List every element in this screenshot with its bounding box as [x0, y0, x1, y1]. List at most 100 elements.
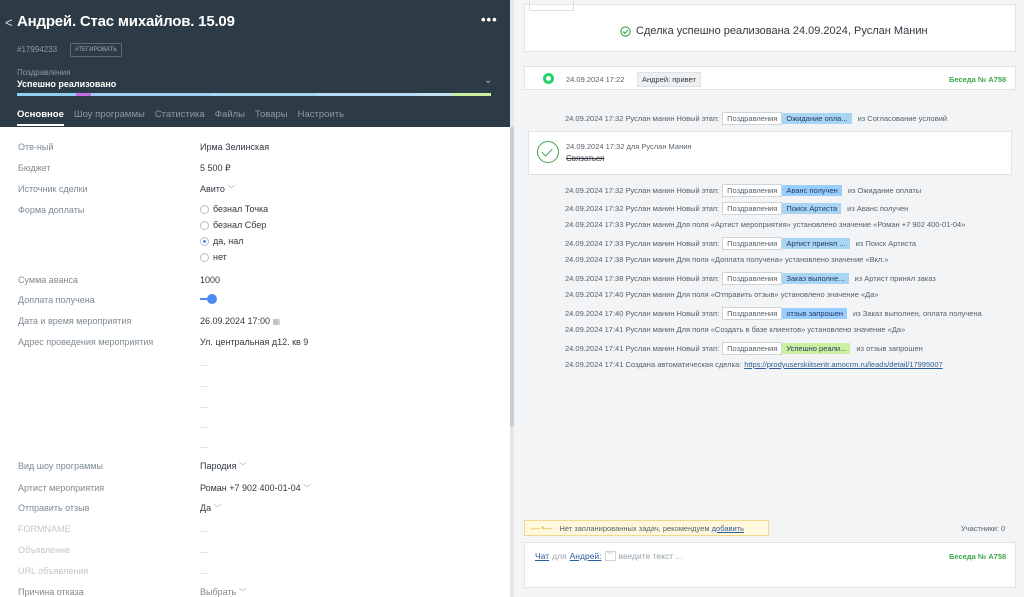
tab-main[interactable]: Основное — [17, 109, 64, 126]
send-review-select[interactable]: Да ﹀ — [200, 503, 222, 514]
radio-option-selected[interactable]: да, нал — [200, 236, 244, 246]
radio-label: безнал Сбер — [213, 220, 267, 230]
event-date-value: 26.09.2024 17:00 — [200, 316, 271, 326]
radio-checked-icon — [200, 236, 209, 246]
success-banner: Сделка успешно реализована 24.09.2024, Р… — [524, 1, 1016, 52]
field-send-review: Отправить отзыв — [18, 503, 89, 513]
tab-products[interactable]: Товары — [255, 109, 288, 126]
field-responsible: Отв-ный — [18, 142, 53, 152]
chat-link[interactable]: Беседа № А758 — [949, 75, 1006, 84]
field-label: Источник сделки — [18, 184, 88, 194]
field-artist: Артист мероприятия — [18, 483, 104, 493]
lead-id: #17994233 — [17, 45, 58, 54]
tab-settings[interactable]: Настроить — [298, 109, 344, 126]
radio-option[interactable]: безнал Сбер — [200, 220, 266, 230]
radio-option[interactable]: нет — [200, 252, 227, 262]
field-payment-form: Форма доплаты — [18, 205, 84, 215]
event-date-input[interactable]: 26.09.2024 17:00 ▦ — [200, 316, 280, 326]
stage-chip: Поиск Артиста — [782, 203, 842, 214]
field-label: Бюджет — [18, 163, 51, 173]
chevron-down-icon[interactable]: ⌄ — [484, 75, 492, 86]
tab-shows[interactable]: Шоу программы — [74, 109, 145, 126]
event-row: 24.09.2024 17:33 Руслан манин Для поля «… — [565, 220, 965, 229]
event-row: 24.09.2024 17:38 Руслан манин Для поля «… — [565, 255, 889, 264]
address-extra[interactable]: ... — [200, 400, 208, 410]
lead-title[interactable]: Андрей. Стас михайлов. 15.09 — [17, 13, 235, 30]
radio-icon — [200, 220, 209, 230]
artist-select[interactable]: Роман +7 902 400-01-04 ﹀ — [200, 483, 311, 494]
show-type-select[interactable]: Пародия ﹀ — [200, 461, 247, 472]
event-row: 24.09.2024 17:33 Руслан манин Новый этап… — [565, 237, 916, 250]
budget-value[interactable]: 5 500 ₽ — [200, 163, 231, 174]
field-refusal: Причина отказа — [18, 587, 84, 597]
stage-selector[interactable]: Успешно реализовано — [17, 79, 116, 89]
address-extra[interactable]: ... — [200, 420, 208, 430]
stage-chip: Ожидание опла... — [782, 113, 852, 124]
stage-segment — [91, 93, 210, 96]
stage-segment — [451, 93, 491, 96]
stage-chip: Артист принял ... — [782, 238, 850, 249]
scrollbar-thumb[interactable] — [510, 127, 514, 427]
back-arrow-icon[interactable]: < — [5, 15, 13, 30]
radio-label: нет — [213, 252, 227, 262]
ad-url-value[interactable]: ... — [200, 566, 208, 576]
source-select[interactable]: Авито ﹀ — [200, 184, 235, 195]
field-advance: Сумма аванса — [18, 275, 78, 285]
event-row: 24.09.2024 17:32 Руслан манин Новый этап… — [565, 202, 908, 215]
address-value[interactable]: Ул. центральная д12. кв 9 — [200, 337, 308, 347]
chevron-down-icon: ﹀ — [227, 185, 236, 194]
calendar-icon[interactable]: ▦ — [273, 317, 281, 326]
address-extra[interactable]: ... — [200, 379, 208, 389]
address-extra[interactable]: ... — [200, 440, 208, 450]
more-menu-icon[interactable]: ••• — [481, 12, 498, 27]
stage-segment — [416, 93, 452, 96]
field-label: Доплата получена — [18, 295, 95, 305]
lead-card-panel: < Андрей. Стас михайлов. 15.09 ••• #1799… — [0, 0, 510, 597]
stage-chip: Успешно реали... — [782, 343, 851, 354]
chat-input-row: Чат для Андрей: ﹀ введите текст ... — [535, 551, 683, 561]
from-stage: из Артист принял заказ — [854, 274, 936, 283]
responsible-value[interactable]: Ирма Зелинская — [200, 142, 269, 152]
chat-id-link[interactable]: Беседа № А758 — [949, 552, 1006, 561]
success-text: Сделка успешно реализована 24.09.2024, Р… — [636, 25, 928, 37]
paid-toggle[interactable] — [200, 294, 218, 304]
lead-tabs: Основное Шоу программы Статистика Файлы … — [17, 109, 344, 126]
field-label: Адрес проведения мероприятия — [18, 337, 154, 347]
stage-segment — [17, 93, 77, 96]
formname-value[interactable]: ... — [200, 524, 208, 534]
radio-option[interactable]: безнал Точка — [200, 204, 268, 214]
field-label: FORMNAME — [18, 524, 71, 534]
advance-value[interactable]: 1000 — [200, 275, 220, 285]
from-stage: из отзыв запрошен — [856, 344, 923, 353]
message-card[interactable]: 24.09.2024 17:22 Андрей: привет Беседа №… — [524, 66, 1016, 90]
event-row: 24.09.2024 17:38 Руслан манин Новый этап… — [565, 272, 936, 285]
from-stage: из Согласование условий — [857, 114, 948, 123]
event-text: 24.09.2024 17:33 Руслан манин Для поля «… — [565, 220, 966, 229]
field-budget: Бюджет — [18, 163, 51, 173]
tab-files[interactable]: Файлы — [215, 109, 245, 126]
pipeline-chip: Поздравления — [722, 112, 783, 125]
add-task-link[interactable]: добавить — [712, 524, 744, 533]
pipeline-chip: Поздравления — [722, 202, 783, 215]
field-label: Сумма аванса — [18, 275, 78, 285]
message-input[interactable]: введите текст ... — [619, 551, 683, 561]
address-extra[interactable]: ... — [200, 358, 208, 368]
field-label: Объявление — [18, 545, 71, 555]
field-label: Дата и время мероприятия — [18, 316, 132, 326]
chat-input-box[interactable]: Чат для Андрей: ﹀ введите текст ... Бесе… — [524, 542, 1016, 588]
tab-statistics[interactable]: Статистика — [155, 109, 205, 126]
field-label: Форма доплаты — [18, 205, 85, 215]
chat-mode-link[interactable]: Чат — [535, 551, 549, 561]
recipient-link[interactable]: Андрей: — [570, 551, 602, 561]
refusal-value: Выбрать — [200, 587, 237, 597]
field-paid: Доплата получена — [18, 295, 95, 305]
event-row: 24.09.2024 17:41 Руслан манин Для поля «… — [565, 325, 905, 334]
tag-button[interactable]: #ТЕГИРОВАТЬ — [70, 43, 123, 57]
participants-count[interactable]: Участники: 0 — [961, 524, 1005, 533]
completed-task-card[interactable]: 24.09.2024 17:32 для Руслан Манин Связат… — [528, 131, 1012, 175]
lead-link[interactable]: https://prodyuserskiitsentr.amocrm.ru/le… — [744, 360, 942, 369]
chevron-down-icon[interactable]: ﹀ — [604, 551, 616, 561]
ad-value[interactable]: ... — [200, 545, 208, 555]
refusal-select[interactable]: Выбрать ﹀ — [200, 587, 247, 597]
success-row: Сделка успешно реализована 24.09.2024, Р… — [620, 25, 928, 37]
